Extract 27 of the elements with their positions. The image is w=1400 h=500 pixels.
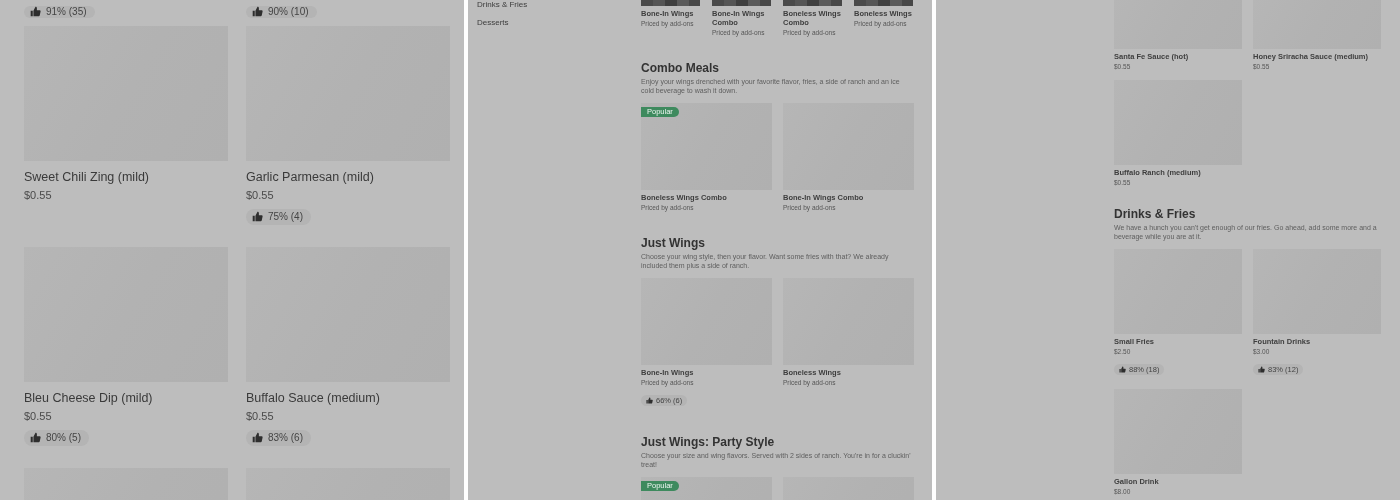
item-price: $0.55	[246, 409, 275, 424]
item-price: $0.55	[246, 188, 275, 203]
rating-text: 91% (35)	[46, 5, 87, 18]
thumbs-up-icon	[252, 211, 263, 222]
section-title: Just Wings	[641, 236, 706, 250]
section-title: Combo Meals	[641, 61, 720, 75]
item-name: Sweet Chili Zing (mild)	[24, 170, 151, 185]
thumbs-up-icon	[646, 397, 653, 404]
thumbs-up-icon	[30, 6, 41, 17]
item-name: Garlic Parmesan (mild)	[246, 170, 375, 185]
item-name: Buffalo Sauce (medium)	[246, 391, 381, 406]
item-price: $0.55	[24, 409, 53, 424]
rating-text: 90% (10)	[268, 5, 309, 18]
rating-text: 75% (4)	[268, 210, 303, 223]
item-price: $0.55	[24, 188, 53, 203]
thumbs-up-icon	[252, 432, 263, 443]
thumbs-up-icon	[1258, 366, 1265, 373]
sidebar-link[interactable]: Desserts	[477, 18, 641, 28]
rating-text: 80% (5)	[46, 431, 81, 444]
sidebar-link[interactable]: Drinks & Fries	[477, 0, 641, 10]
thumbs-up-icon	[1119, 366, 1126, 373]
item-name: Bleu Cheese Dip (mild)	[24, 391, 154, 406]
thumbs-up-icon	[252, 6, 263, 17]
rating-text: 83% (6)	[268, 431, 303, 444]
section-title: Drinks & Fries	[1114, 207, 1197, 221]
thumbs-up-icon	[30, 432, 41, 443]
section-title: Just Wings: Party Style	[641, 435, 776, 449]
